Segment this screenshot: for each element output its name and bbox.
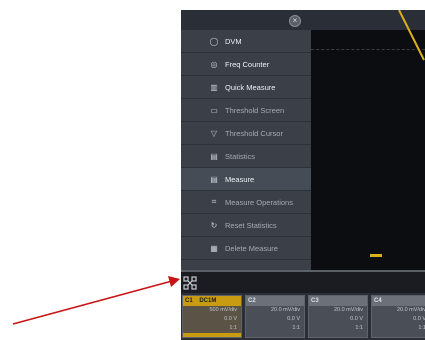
channel-c1-box[interactable]: C1 DC1M 500 mV/div 0.0 V 1:1 <box>182 295 242 338</box>
waveform-trace <box>398 10 425 61</box>
channel-value: 0.0 V <box>224 316 237 322</box>
channel-value: 20.0 mV/div <box>333 307 363 313</box>
menu-item-label: Measure Operations <box>225 197 293 207</box>
channel-c4-box[interactable]: C4 20.0 mV/div 0.0 V 1:1 <box>371 295 425 338</box>
refresh-icon: ↻ <box>210 220 218 230</box>
channel-color-strip <box>183 333 241 337</box>
menu-item-label: Threshold Screen <box>225 105 285 115</box>
measure-menu: ◯ DVM ◎ Freq Counter ▥ Quick Measure ▭ T… <box>181 30 311 270</box>
menu-item-measure-operations[interactable]: ⌗ Measure Operations <box>181 191 311 214</box>
menu-item-label: Freq Counter <box>225 59 270 69</box>
menu-item-quick-measure[interactable]: ▥ Quick Measure <box>181 76 311 99</box>
network-icon[interactable] <box>182 275 198 291</box>
menu-item-statistics[interactable]: ▤ Statistics <box>181 145 311 168</box>
channel-value: 0.0 V <box>413 316 425 322</box>
menu-item-freq-counter[interactable]: ◎ Freq Counter <box>181 53 311 76</box>
menu-item-delete-measure[interactable]: ▦ Delete Measure <box>181 237 311 260</box>
channel-c3-box[interactable]: C3 20.0 mV/div 0.0 V 1:1 <box>308 295 368 338</box>
circle-icon: ◯ <box>209 36 219 46</box>
channel-value: 0.0 V <box>350 316 363 322</box>
channel-header: C1 DC1M <box>183 296 241 306</box>
channel-value: 20.0 mV/div <box>270 307 300 313</box>
bottom-toolbar <box>181 272 425 293</box>
menu-item-label: Reset Statistics <box>225 220 277 230</box>
channel-c2-box[interactable]: C2 20.0 mV/div 0.0 V 1:1 <box>245 295 305 338</box>
channel-descriptor-bar: C1 DC1M 500 mV/div 0.0 V 1:1 C2 20.0 mV/… <box>181 293 425 340</box>
menu-item-label: Statistics <box>225 151 256 161</box>
monitor-icon: ▭ <box>210 105 218 115</box>
channel-value: 500 mV/div <box>209 307 237 313</box>
menu-item-dvm[interactable]: ◯ DVM <box>181 30 311 53</box>
menu-item-label: Threshold Cursor <box>225 128 283 138</box>
channel-header: C4 <box>372 296 425 306</box>
channel-value: 1:1 <box>418 325 425 331</box>
menu-item-label: Quick Measure <box>225 82 276 92</box>
menu-item-label: Delete Measure <box>225 243 278 253</box>
oscilloscope-screen: × ◯ DVM ◎ Freq Counter ▥ Quick Measure ▭… <box>181 10 425 340</box>
cursor-icon: ▽ <box>210 128 218 138</box>
close-icon[interactable]: × <box>289 15 301 27</box>
channel-value: 0.0 V <box>287 316 300 322</box>
channel-value: 1:1 <box>229 325 237 331</box>
gauge-icon: ◎ <box>210 59 218 69</box>
channel-header: C3 <box>309 296 367 306</box>
table-icon: ▤ <box>210 174 218 184</box>
table-icon: ▤ <box>210 151 218 161</box>
menu-item-label: DVM <box>225 36 242 46</box>
menu-item-threshold-screen[interactable]: ▭ Threshold Screen <box>181 99 311 122</box>
delete-icon: ▦ <box>210 243 218 253</box>
channel-value: 20.0 mV/div <box>396 307 425 313</box>
channel-header: C2 <box>246 296 304 306</box>
channel-value: 1:1 <box>292 325 300 331</box>
trigger-level-marker <box>370 254 382 257</box>
menu-item-reset-statistics[interactable]: ↻ Reset Statistics <box>181 214 311 237</box>
channel-value: 1:1 <box>355 325 363 331</box>
menu-item-measure[interactable]: ▤ Measure <box>181 168 311 191</box>
menu-item-label: Measure <box>225 174 255 184</box>
menu-item-threshold-cursor[interactable]: ▽ Threshold Cursor <box>181 122 311 145</box>
brackets-icon: ⌗ <box>211 197 217 206</box>
bars-icon: ▥ <box>210 82 218 92</box>
